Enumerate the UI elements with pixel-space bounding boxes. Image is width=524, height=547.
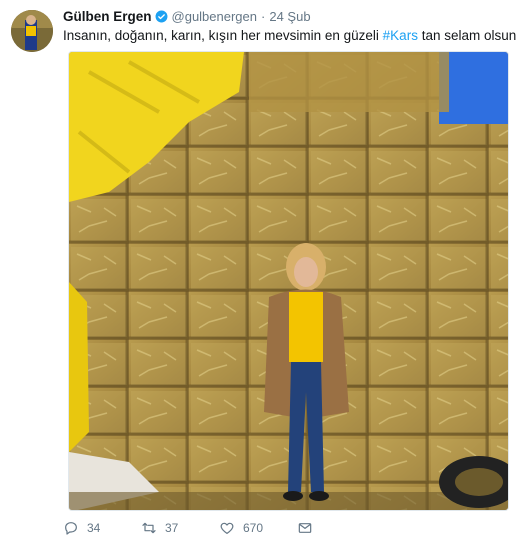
tweet-text-after: tan selam olsun — [417, 28, 517, 43]
tweet-actions: 34 37 670 — [63, 516, 321, 540]
author-name[interactable]: Gülben Ergen — [63, 9, 152, 24]
reply-icon — [65, 522, 77, 535]
tweet-text-before: Insanın, doğanın, karın, kışın her mevsi… — [63, 28, 383, 43]
tweet-text: Insanın, doğanın, karın, kışın her mevsi… — [63, 28, 516, 43]
tweet-photo[interactable] — [68, 51, 509, 511]
hashtag-link[interactable]: #Kars — [383, 28, 418, 43]
heart-icon — [220, 522, 234, 534]
author-handle[interactable]: @gulbenergen — [172, 9, 257, 24]
separator-dot: · — [261, 9, 266, 24]
retweet-button[interactable]: 37 — [141, 520, 219, 536]
retweet-count: 37 — [165, 521, 179, 535]
reply-button[interactable]: 34 — [63, 520, 141, 536]
direct-message-button[interactable] — [297, 520, 321, 536]
retweet-icon — [142, 522, 156, 534]
envelope-icon — [298, 523, 312, 533]
like-button[interactable]: 670 — [219, 520, 297, 536]
tweet-card: Gülben Ergen @gulbenergen · 24 Şub Insan… — [0, 0, 524, 547]
tweet-header: Gülben Ergen @gulbenergen · 24 Şub — [63, 9, 311, 24]
verified-badge-icon — [155, 10, 168, 23]
like-count: 670 — [243, 521, 264, 535]
reply-count: 34 — [87, 521, 101, 535]
tweet-date[interactable]: 24 Şub — [269, 9, 310, 24]
avatar[interactable] — [11, 10, 53, 52]
